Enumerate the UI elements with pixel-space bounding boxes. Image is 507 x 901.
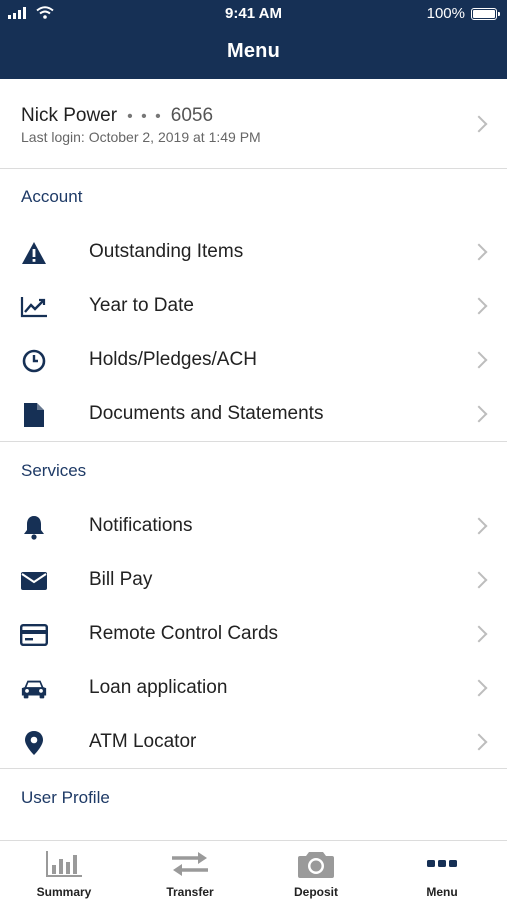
chevron-right-icon bbox=[470, 625, 488, 643]
tab-label: Deposit bbox=[293, 885, 338, 899]
more-dots-icon bbox=[379, 849, 505, 879]
menu-item-notifications[interactable]: Notifications bbox=[0, 500, 507, 554]
chevron-right-icon bbox=[470, 115, 488, 133]
menu-item-label: Holds/Pledges/ACH bbox=[89, 349, 257, 370]
menu-item-label: Outstanding Items bbox=[89, 241, 244, 262]
section-header-user-profile: User Profile bbox=[21, 788, 110, 807]
chevron-right-icon bbox=[470, 733, 488, 751]
profile-name-line: Nick Power • • • 6056 bbox=[21, 105, 213, 127]
section-header-account: Account bbox=[21, 187, 83, 206]
bell-icon bbox=[20, 514, 48, 540]
tab-label: Transfer bbox=[166, 885, 214, 899]
menu-item-atm-locator[interactable]: ATM Locator bbox=[0, 716, 507, 770]
menu-item-label: Bill Pay bbox=[89, 569, 153, 590]
chevron-right-icon bbox=[470, 351, 488, 369]
status-right: 100% bbox=[426, 5, 500, 22]
camera-icon bbox=[253, 849, 379, 879]
section-divider bbox=[0, 441, 507, 442]
chevron-right-icon bbox=[470, 243, 488, 261]
last-login: Last login: October 2, 2019 at 1:49 PM bbox=[21, 129, 261, 145]
chevron-right-icon bbox=[470, 297, 488, 315]
menu-item-label: Notifications bbox=[89, 515, 193, 536]
chevron-right-icon bbox=[470, 679, 488, 697]
menu-item-remote-control-cards[interactable]: Remote Control Cards bbox=[0, 608, 507, 662]
clock-icon bbox=[20, 348, 48, 374]
account-suffix: 6056 bbox=[170, 105, 214, 126]
section-divider bbox=[0, 768, 507, 769]
tab-label: Summary bbox=[36, 885, 92, 899]
menu-item-label: Remote Control Cards bbox=[89, 623, 279, 644]
profile-name: Nick Power bbox=[21, 105, 118, 126]
tab-transfer[interactable]: Transfer bbox=[127, 841, 253, 901]
battery-icon bbox=[471, 7, 500, 20]
menu-item-label: ATM Locator bbox=[89, 731, 197, 752]
masked-dots: • • • bbox=[127, 108, 163, 125]
car-icon bbox=[20, 676, 48, 702]
menu-item-label: Documents and Statements bbox=[89, 403, 324, 424]
transfer-arrows-icon bbox=[127, 849, 253, 879]
warning-icon bbox=[20, 240, 48, 266]
tab-summary[interactable]: Summary bbox=[1, 841, 127, 901]
bar-chart-icon bbox=[1, 849, 127, 879]
profile-row[interactable]: Nick Power • • • 6056 Last login: October … bbox=[0, 79, 507, 169]
menu-item-label: Loan application bbox=[89, 677, 228, 698]
status-bar: 9:41 AM 100% bbox=[0, 0, 507, 28]
menu-item-year-to-date[interactable]: Year to Date bbox=[0, 280, 507, 334]
menu-item-bill-pay[interactable]: Bill Pay bbox=[0, 554, 507, 608]
chevron-right-icon bbox=[470, 405, 488, 423]
page-title: Menu bbox=[226, 40, 281, 62]
menu-item-holds-pledges-ach[interactable]: Holds/Pledges/ACH bbox=[0, 334, 507, 388]
menu-item-label: Year to Date bbox=[89, 295, 194, 316]
tab-menu[interactable]: Menu bbox=[379, 841, 505, 901]
envelope-icon bbox=[20, 568, 48, 594]
card-icon bbox=[20, 622, 48, 648]
battery-percent: 100% bbox=[426, 5, 465, 22]
menu-item-loan-application[interactable]: Loan application bbox=[0, 662, 507, 716]
chevron-right-icon bbox=[470, 517, 488, 535]
menu-item-documents-statements[interactable]: Documents and Statements bbox=[0, 388, 507, 442]
map-pin-icon bbox=[20, 730, 48, 756]
tab-bar: Summary Transfer Deposit Menu bbox=[0, 840, 507, 901]
chevron-right-icon bbox=[470, 571, 488, 589]
tab-label: Menu bbox=[426, 885, 458, 899]
tab-deposit[interactable]: Deposit bbox=[253, 841, 379, 901]
document-icon bbox=[20, 402, 48, 428]
menu-item-outstanding-items[interactable]: Outstanding Items bbox=[0, 226, 507, 280]
top-bar: 9:41 AM 100% Menu bbox=[0, 0, 507, 79]
section-header-services: Services bbox=[21, 461, 87, 480]
chart-line-icon bbox=[20, 294, 48, 320]
